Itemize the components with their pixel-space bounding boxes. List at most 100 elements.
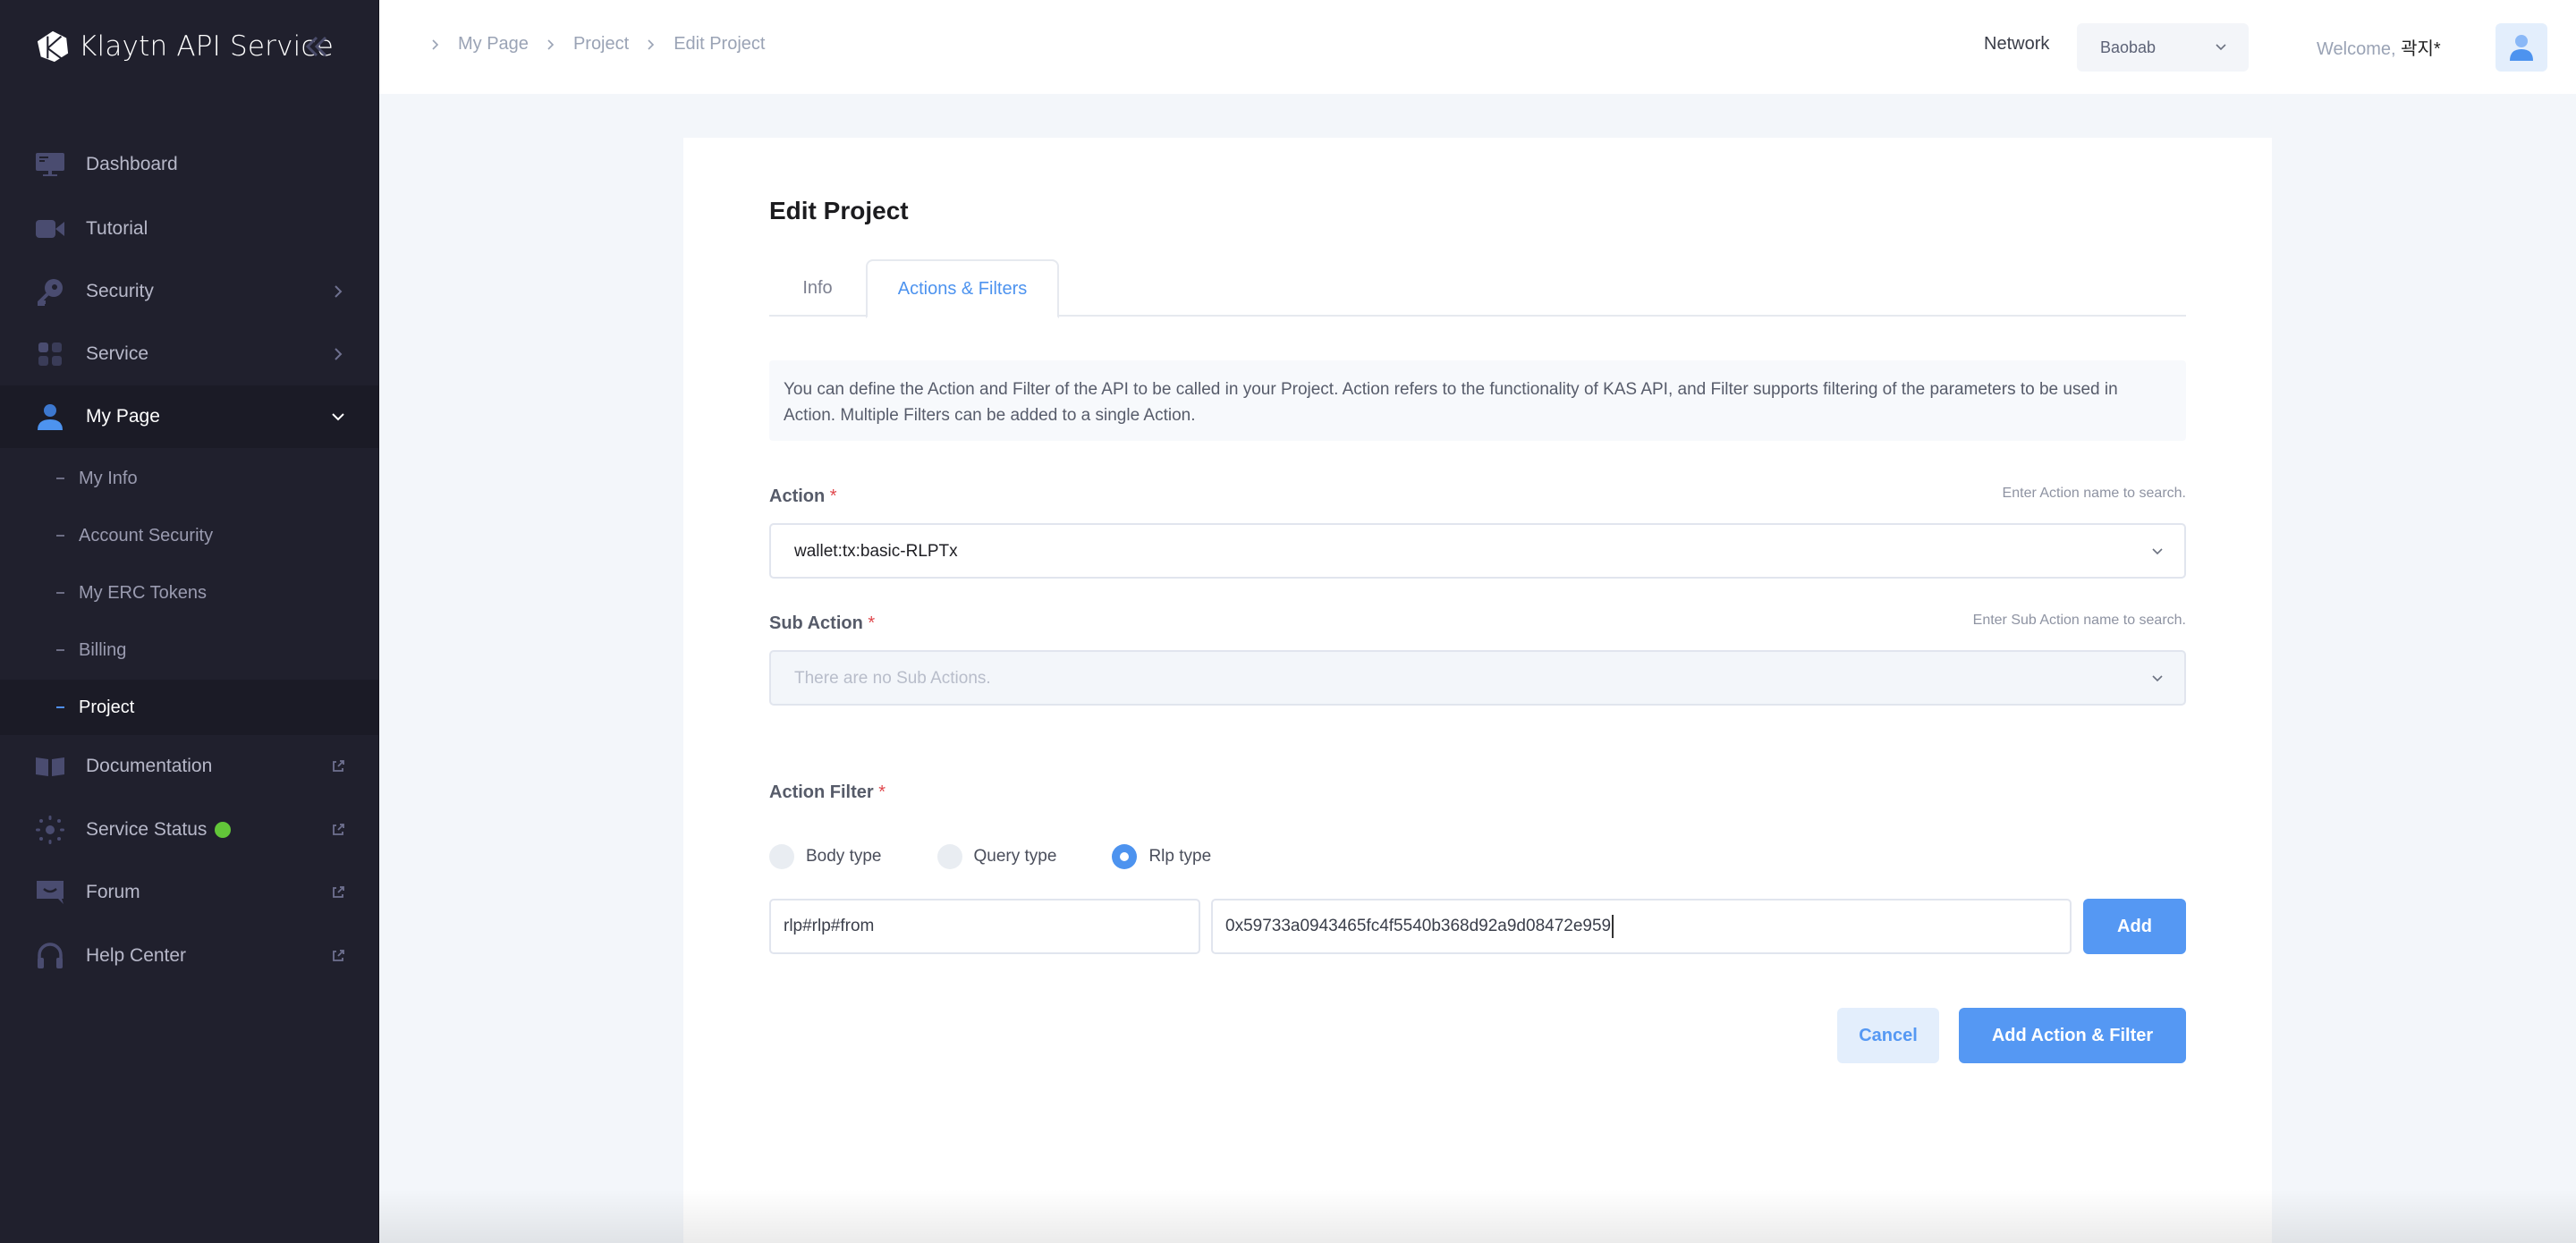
required-mark: * (868, 613, 876, 633)
sub-action-label-text: Sub Action (769, 613, 863, 633)
sub-action-placeholder: There are no Sub Actions. (794, 669, 991, 688)
sidebar-item-label: Documentation (86, 756, 213, 776)
external-link-icon (333, 824, 344, 835)
add-action-filter-button[interactable]: Add Action & Filter (1959, 1008, 2186, 1063)
filter-key-input[interactable]: rlp#rlp#from (769, 899, 1200, 954)
radio-label: Rlp type (1148, 847, 1212, 866)
monitor-icon (34, 148, 66, 181)
action-filter-label-text: Action Filter (769, 782, 874, 802)
action-filter-label: Action Filter * (769, 782, 886, 803)
sidebar-item-label: Dashboard (86, 154, 178, 174)
chevron-down-icon (2152, 548, 2163, 555)
sub-action-hint: Enter Sub Action name to search. (1972, 613, 2186, 628)
username: 곽지* (2401, 39, 2441, 59)
radio-label: Body type (806, 847, 882, 866)
sidebar-item-service[interactable]: Service (0, 323, 378, 385)
sidebar-item-service-status[interactable]: Service Status (0, 799, 378, 861)
action-hint: Enter Action name to search. (2002, 486, 2186, 501)
book-icon (34, 750, 66, 782)
tab-bar: Info Actions & Filters (769, 259, 2186, 318)
service-status-indicator (215, 822, 231, 838)
video-camera-icon (34, 213, 66, 245)
user-icon (34, 401, 66, 433)
welcome-prefix: Welcome, (2317, 39, 2396, 59)
sidebar-item-tutorial[interactable]: Tutorial (0, 198, 378, 260)
chevron-down-icon (2216, 44, 2226, 51)
sidebar-item-label: Service (86, 343, 149, 364)
logo[interactable]: Klaytn API Service (36, 27, 334, 66)
filter-value-input[interactable]: 0x59733a0943465fc4f5540b368d92a9d08472e9… (1211, 899, 2072, 954)
tab-actions-filters[interactable]: Actions & Filters (866, 259, 1059, 318)
sidebar-subitem-billing[interactable]: Billing (0, 622, 378, 678)
required-mark: * (829, 486, 837, 506)
chevron-right-icon (335, 348, 343, 360)
radio-body-type[interactable]: Body type (769, 844, 882, 869)
sidebar-item-label: Help Center (86, 945, 187, 966)
status-sun-icon (34, 814, 66, 846)
sidebar-subitem-project[interactable]: Project (0, 680, 378, 735)
action-label-text: Action (769, 486, 826, 506)
chevron-right-icon (547, 38, 555, 50)
dash-marker (56, 478, 64, 479)
network-select[interactable]: Baobab (2077, 23, 2249, 72)
external-link-icon (333, 950, 344, 961)
dash-marker (56, 535, 64, 537)
dash-marker (56, 649, 64, 651)
sidebar-item-help-center[interactable]: Help Center (0, 925, 378, 987)
sidebar-item-label: Tutorial (86, 218, 148, 239)
action-label: Action * (769, 486, 837, 507)
action-select[interactable]: wallet:tx:basic-RLPTx (769, 523, 2186, 579)
sidebar-item-my-page[interactable]: My Page (0, 385, 378, 448)
cancel-button[interactable]: Cancel (1837, 1008, 1939, 1063)
add-filter-button[interactable]: Add (2083, 899, 2186, 954)
text-cursor (1612, 915, 1614, 938)
external-link-icon (333, 886, 344, 898)
klaytn-logo-icon (37, 30, 69, 63)
avatar-button[interactable] (2496, 23, 2547, 72)
sub-action-select[interactable]: There are no Sub Actions. (769, 650, 2186, 706)
chevron-down-icon (2152, 675, 2163, 682)
user-avatar-icon (2510, 35, 2533, 61)
chevron-right-icon (648, 38, 655, 50)
radio-rlp-type[interactable]: Rlp type (1112, 844, 1211, 869)
network-label: Network (1984, 34, 2050, 54)
chevron-right-icon (432, 38, 439, 50)
sidebar-subitem-my-erc-tokens[interactable]: My ERC Tokens (0, 565, 378, 621)
sidebar-subitem-label: Account Security (79, 525, 214, 545)
radio-query-type[interactable]: Query type (936, 844, 1057, 869)
tab-info[interactable]: Info (769, 259, 866, 317)
app-title: Klaytn API Service (79, 30, 335, 63)
dash-marker (56, 592, 64, 594)
sidebar-subitem-account-security[interactable]: Account Security (0, 508, 378, 563)
sidebar-item-label: My Page (86, 406, 160, 427)
sidebar-item-label: Security (86, 281, 154, 301)
radio-label: Query type (973, 847, 1057, 866)
collapse-sidebar-icon[interactable] (302, 32, 331, 61)
breadcrumb-edit-project: Edit Project (674, 34, 766, 54)
breadcrumb-project[interactable]: Project (573, 34, 629, 55)
sidebar-item-documentation[interactable]: Documentation (0, 735, 378, 798)
welcome-text: Welcome, 곽지* (2317, 34, 2441, 60)
sidebar-item-label: Service Status (86, 819, 208, 840)
required-mark: * (878, 782, 886, 802)
sidebar-item-forum[interactable]: Forum (0, 861, 378, 924)
top-header: My Page Project Edit Project Network Bao… (379, 0, 2576, 94)
sidebar-item-label: Forum (86, 882, 140, 902)
page-title: Edit Project (769, 197, 909, 224)
sidebar-item-dashboard[interactable]: Dashboard (0, 133, 378, 196)
sidebar-item-security[interactable]: Security (0, 260, 378, 323)
breadcrumb-my-page[interactable]: My Page (458, 34, 529, 55)
dash-marker (56, 706, 64, 708)
radio-button[interactable] (1112, 844, 1138, 869)
filter-key-value: rlp#rlp#from (784, 917, 875, 935)
sidebar: Klaytn API Service Dashboard Tutorial Se… (0, 0, 379, 1243)
action-select-value: wallet:tx:basic-RLPTx (794, 542, 958, 561)
headphones-icon (34, 940, 66, 972)
sidebar-subitem-label: Billing (79, 639, 127, 660)
sidebar-subitem-label: Project (79, 697, 135, 717)
radio-button[interactable] (936, 844, 962, 869)
network-value: Baobab (2100, 38, 2157, 56)
filter-type-radio-group: Body type Query type Rlp type (769, 842, 1267, 871)
radio-button[interactable] (769, 844, 794, 869)
sidebar-subitem-my-info[interactable]: My Info (0, 451, 378, 506)
